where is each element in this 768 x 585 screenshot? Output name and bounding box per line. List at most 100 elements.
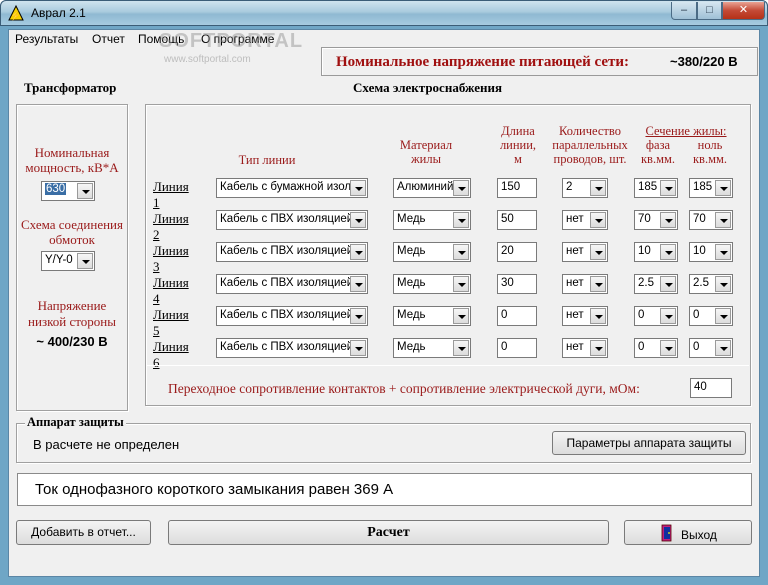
phase-select[interactable]: 185 xyxy=(634,178,678,198)
line-label[interactable]: Линия 5 xyxy=(153,307,189,339)
line-type-select[interactable]: Кабель с ПВХ изоляцией xyxy=(216,242,368,262)
chevron-down-icon[interactable] xyxy=(660,212,676,228)
chevron-down-icon[interactable] xyxy=(590,308,606,324)
neutral-select[interactable]: 0 xyxy=(689,306,733,326)
phase-select[interactable]: 2.5 xyxy=(634,274,678,294)
power-select[interactable]: 630 xyxy=(41,181,95,201)
col-material: Материал жилы xyxy=(399,138,453,166)
parallel-select[interactable]: нет xyxy=(562,306,608,326)
parallel-select[interactable]: нет xyxy=(562,210,608,230)
chevron-down-icon[interactable] xyxy=(660,180,676,196)
chevron-down-icon[interactable] xyxy=(453,212,469,228)
chevron-down-icon[interactable] xyxy=(590,276,606,292)
chevron-down-icon[interactable] xyxy=(350,276,366,292)
chevron-down-icon[interactable] xyxy=(350,180,366,196)
connection-select[interactable]: Y/Y-0 xyxy=(41,251,95,271)
chevron-down-icon[interactable] xyxy=(590,340,606,356)
close-button[interactable]: ✕ xyxy=(722,2,765,20)
line-type-select[interactable]: Кабель с ПВХ изоляцией xyxy=(216,210,368,230)
material-value: Медь xyxy=(397,277,426,289)
chevron-down-icon[interactable] xyxy=(453,244,469,260)
chevron-down-icon[interactable] xyxy=(660,308,676,324)
chevron-down-icon[interactable] xyxy=(660,244,676,260)
chevron-down-icon[interactable] xyxy=(715,180,731,196)
chevron-down-icon[interactable] xyxy=(715,212,731,228)
material-select[interactable]: Алюминий xyxy=(393,178,471,198)
chevron-down-icon[interactable] xyxy=(350,244,366,260)
line-type-value: Кабель с ПВХ изоляцией xyxy=(220,213,350,225)
material-select[interactable]: Медь xyxy=(393,274,471,294)
phase-select[interactable]: 0 xyxy=(634,306,678,326)
line-label[interactable]: Линия 6 xyxy=(153,339,189,371)
parallel-select[interactable]: нет xyxy=(562,274,608,294)
line-type-select[interactable]: Кабель с ПВХ изоляцией xyxy=(216,306,368,326)
length-input[interactable]: 20 xyxy=(497,242,537,262)
phase-select[interactable]: 70 xyxy=(634,210,678,230)
line-type-select[interactable]: Кабель с ПВХ изоляцией xyxy=(216,338,368,358)
chevron-down-icon[interactable] xyxy=(350,308,366,324)
title-bar[interactable]: ⚡ Аврал 2.1 – □ ✕ xyxy=(0,0,768,26)
transformer-panel: Номинальная мощность, кВ*А 630 Схема сое… xyxy=(16,104,128,411)
line-label[interactable]: Линия 3 xyxy=(153,243,189,275)
chevron-down-icon[interactable] xyxy=(453,308,469,324)
material-select[interactable]: Медь xyxy=(393,306,471,326)
phase-select[interactable]: 10 xyxy=(634,242,678,262)
chevron-down-icon[interactable] xyxy=(590,212,606,228)
chevron-down-icon[interactable] xyxy=(590,180,606,196)
chevron-down-icon[interactable] xyxy=(350,340,366,356)
parallel-select[interactable]: нет xyxy=(562,338,608,358)
length-input[interactable]: 50 xyxy=(497,210,537,230)
parallel-value: нет xyxy=(566,309,584,321)
neutral-select[interactable]: 10 xyxy=(689,242,733,262)
maximize-button[interactable]: □ xyxy=(697,2,722,20)
parallel-select[interactable]: нет xyxy=(562,242,608,262)
line-type-select[interactable]: Кабель с ПВХ изоляцией xyxy=(216,274,368,294)
chevron-down-icon[interactable] xyxy=(350,212,366,228)
neutral-select[interactable]: 0 xyxy=(689,338,733,358)
line-label[interactable]: Линия 2 xyxy=(153,211,189,243)
line-type-value: Кабель с ПВХ изоляцией xyxy=(220,245,350,257)
col-phase: фаза кв.мм. xyxy=(640,138,676,166)
chevron-down-icon[interactable] xyxy=(453,180,469,196)
length-input[interactable]: 0 xyxy=(497,306,537,326)
parallel-select[interactable]: 2 xyxy=(562,178,608,198)
chevron-down-icon[interactable] xyxy=(660,340,676,356)
material-value: Медь xyxy=(397,341,426,353)
line-type-select[interactable]: Кабель с бумажной изоляцией xyxy=(216,178,368,198)
chevron-down-icon[interactable] xyxy=(715,308,731,324)
menu-item-results[interactable]: Результаты xyxy=(15,32,78,46)
window-title: Аврал 2.1 xyxy=(31,6,86,20)
chevron-down-icon[interactable] xyxy=(715,276,731,292)
line-type-value: Кабель с ПВХ изоляцией xyxy=(220,277,350,289)
chevron-down-icon[interactable] xyxy=(77,253,93,269)
result-panel: Ток однофазного короткого замыкания раве… xyxy=(17,473,752,506)
protection-params-button[interactable]: Параметры аппарата защиты xyxy=(552,431,746,455)
neutral-select[interactable]: 2.5 xyxy=(689,274,733,294)
length-input[interactable]: 0 xyxy=(497,338,537,358)
chevron-down-icon[interactable] xyxy=(77,183,93,199)
menu-item-report[interactable]: Отчет xyxy=(92,32,125,46)
chevron-down-icon[interactable] xyxy=(453,340,469,356)
neutral-select[interactable]: 70 xyxy=(689,210,733,230)
phase-select[interactable]: 0 xyxy=(634,338,678,358)
chevron-down-icon[interactable] xyxy=(660,276,676,292)
minimize-button[interactable]: – xyxy=(671,2,697,20)
chevron-down-icon[interactable] xyxy=(590,244,606,260)
material-select[interactable]: Медь xyxy=(393,210,471,230)
length-input[interactable]: 30 xyxy=(497,274,537,294)
chevron-down-icon[interactable] xyxy=(453,276,469,292)
supply-scheme-panel: Тип линии Материал жилы Длина линии, м К… xyxy=(145,104,751,406)
contact-resistance-input[interactable]: 40 xyxy=(690,378,732,398)
exit-button[interactable]: Выход xyxy=(624,520,752,545)
chevron-down-icon[interactable] xyxy=(715,340,731,356)
chevron-down-icon[interactable] xyxy=(715,244,731,260)
neutral-select[interactable]: 185 xyxy=(689,178,733,198)
door-exit-icon xyxy=(661,524,672,542)
calculate-button[interactable]: Расчет xyxy=(168,520,609,545)
add-to-report-button[interactable]: Добавить в отчет... xyxy=(16,520,151,545)
line-label[interactable]: Линия 4 xyxy=(153,275,189,307)
line-label[interactable]: Линия 1 xyxy=(153,179,189,211)
material-select[interactable]: Медь xyxy=(393,242,471,262)
material-select[interactable]: Медь xyxy=(393,338,471,358)
length-input[interactable]: 150 xyxy=(497,178,537,198)
